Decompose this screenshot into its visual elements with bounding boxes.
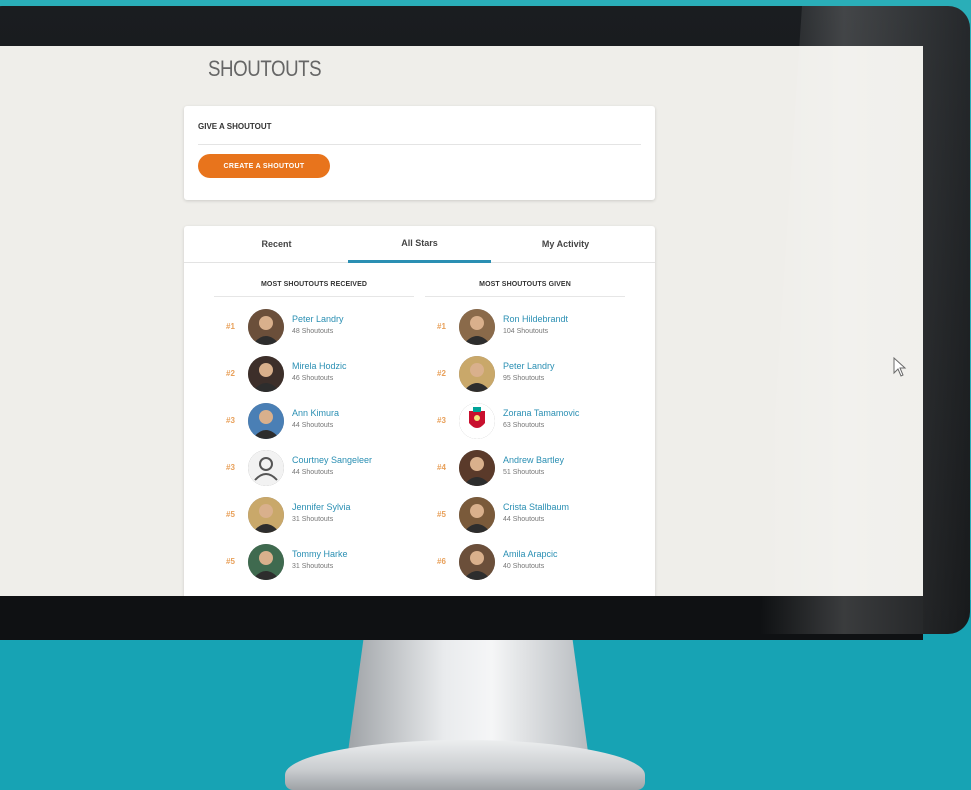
leaderboard-entry[interactable]: #4 Andrew Bartley 51 Shoutouts xyxy=(425,450,625,490)
tab-my-activity[interactable]: My Activity xyxy=(494,226,637,262)
person-name-link[interactable]: Tommy Harke xyxy=(292,549,348,559)
page-title: SHOUTOUTS xyxy=(208,56,322,81)
leaderboard-entry[interactable]: #3 Courtney Sangeleer 44 Shoutouts xyxy=(214,450,414,490)
person-name-link[interactable]: Peter Landry xyxy=(292,314,344,324)
leaderboard-entry[interactable]: #5 Crista Stallbaum 44 Shoutouts xyxy=(425,497,625,537)
rank-label: #2 xyxy=(226,369,235,378)
rank-label: #6 xyxy=(437,557,446,566)
shoutout-count: 44 Shoutouts xyxy=(292,469,334,476)
avatar[interactable] xyxy=(459,356,495,392)
rank-label: #3 xyxy=(226,416,235,425)
leaderboard-entry[interactable]: #2 Mirela Hodzic 46 Shoutouts xyxy=(214,356,414,396)
shoutout-count: 63 Shoutouts xyxy=(503,422,545,429)
avatar[interactable] xyxy=(459,450,495,486)
person-name-link[interactable]: Andrew Bartley xyxy=(503,455,564,465)
rank-label: #4 xyxy=(437,463,446,472)
rank-label: #1 xyxy=(226,322,235,331)
shoutout-count: 31 Shoutouts xyxy=(292,563,334,570)
give-shoutout-title: GIVE A SHOUTOUT xyxy=(198,122,272,131)
person-name-link[interactable]: Ann Kimura xyxy=(292,408,339,418)
avatar[interactable] xyxy=(248,309,284,345)
most-given-column: MOST SHOUTOUTS GIVEN #1 Ron Hildebrandt 10… xyxy=(425,281,625,580)
create-shoutout-button[interactable]: CREATE A SHOUTOUT xyxy=(198,154,330,178)
shoutout-count: 44 Shoutouts xyxy=(503,516,545,523)
person-name-link[interactable]: Crista Stallbaum xyxy=(503,502,569,512)
leaderboard-entry[interactable]: #5 Jennifer Sylvia 31 Shoutouts xyxy=(214,497,414,537)
shoutout-count: 95 Shoutouts xyxy=(503,375,545,382)
person-name-link[interactable]: Mirela Hodzic xyxy=(292,361,347,371)
shoutout-count: 48 Shoutouts xyxy=(292,328,334,335)
rank-label: #5 xyxy=(226,557,235,566)
person-name-link[interactable]: Peter Landry xyxy=(503,361,555,371)
divider xyxy=(198,144,641,145)
avatar[interactable] xyxy=(248,403,284,439)
rank-label: #1 xyxy=(437,322,446,331)
shoutout-count: 46 Shoutouts xyxy=(292,375,334,382)
most-given-heading: MOST SHOUTOUTS GIVEN xyxy=(425,281,625,297)
tab-recent[interactable]: Recent xyxy=(205,226,348,262)
shoutout-count: 104 Shoutouts xyxy=(503,328,549,335)
person-name-link[interactable]: Jennifer Sylvia xyxy=(292,502,351,512)
tab-bar: Recent All Stars My Activity xyxy=(184,226,655,263)
leaderboard-entry[interactable]: #3 Zorana Tamamovic 63 Shoutouts xyxy=(425,403,625,443)
most-received-column: MOST SHOUTOUTS RECEIVED #1 Peter Landry 48… xyxy=(214,281,414,580)
rank-label: #2 xyxy=(437,369,446,378)
tab-all-stars[interactable]: All Stars xyxy=(348,226,491,263)
leaderboard-entry[interactable]: #1 Ron Hildebrandt 104 Shoutouts xyxy=(425,309,625,349)
rank-label: #3 xyxy=(437,416,446,425)
rank-label: #5 xyxy=(226,510,235,519)
shoutout-count: 51 Shoutouts xyxy=(503,469,545,476)
avatar[interactable] xyxy=(459,544,495,580)
avatar[interactable] xyxy=(459,497,495,533)
shoutout-count: 31 Shoutouts xyxy=(292,516,334,523)
leaderboard-entry[interactable]: #6 Amila Arapcic 40 Shoutouts xyxy=(425,544,625,584)
person-name-link[interactable]: Ron Hildebrandt xyxy=(503,314,568,324)
shoutout-count: 40 Shoutouts xyxy=(503,563,545,570)
avatar[interactable] xyxy=(459,309,495,345)
most-received-heading: MOST SHOUTOUTS RECEIVED xyxy=(214,281,414,297)
leaderboard-entry[interactable]: #2 Peter Landry 95 Shoutouts xyxy=(425,356,625,396)
rank-label: #5 xyxy=(437,510,446,519)
avatar[interactable] xyxy=(248,544,284,580)
leaderboard-entry[interactable]: #1 Peter Landry 48 Shoutouts xyxy=(214,309,414,349)
leaderboard-entry[interactable]: #3 Ann Kimura 44 Shoutouts xyxy=(214,403,414,443)
person-name-link[interactable]: Zorana Tamamovic xyxy=(503,408,579,418)
rank-label: #3 xyxy=(226,463,235,472)
person-name-link[interactable]: Courtney Sangeleer xyxy=(292,455,372,465)
shoutout-count: 44 Shoutouts xyxy=(292,422,334,429)
leaderboard-card: Recent All Stars My Activity MOST SHOUTO… xyxy=(184,226,655,596)
avatar[interactable] xyxy=(248,356,284,392)
person-name-link[interactable]: Amila Arapcic xyxy=(503,549,558,559)
give-shoutout-card: GIVE A SHOUTOUT CREATE A SHOUTOUT xyxy=(184,106,655,200)
leaderboard-entry[interactable]: #5 Tommy Harke 31 Shoutouts xyxy=(214,544,414,584)
avatar[interactable] xyxy=(248,497,284,533)
avatar[interactable] xyxy=(459,403,495,439)
avatar[interactable] xyxy=(248,450,284,486)
